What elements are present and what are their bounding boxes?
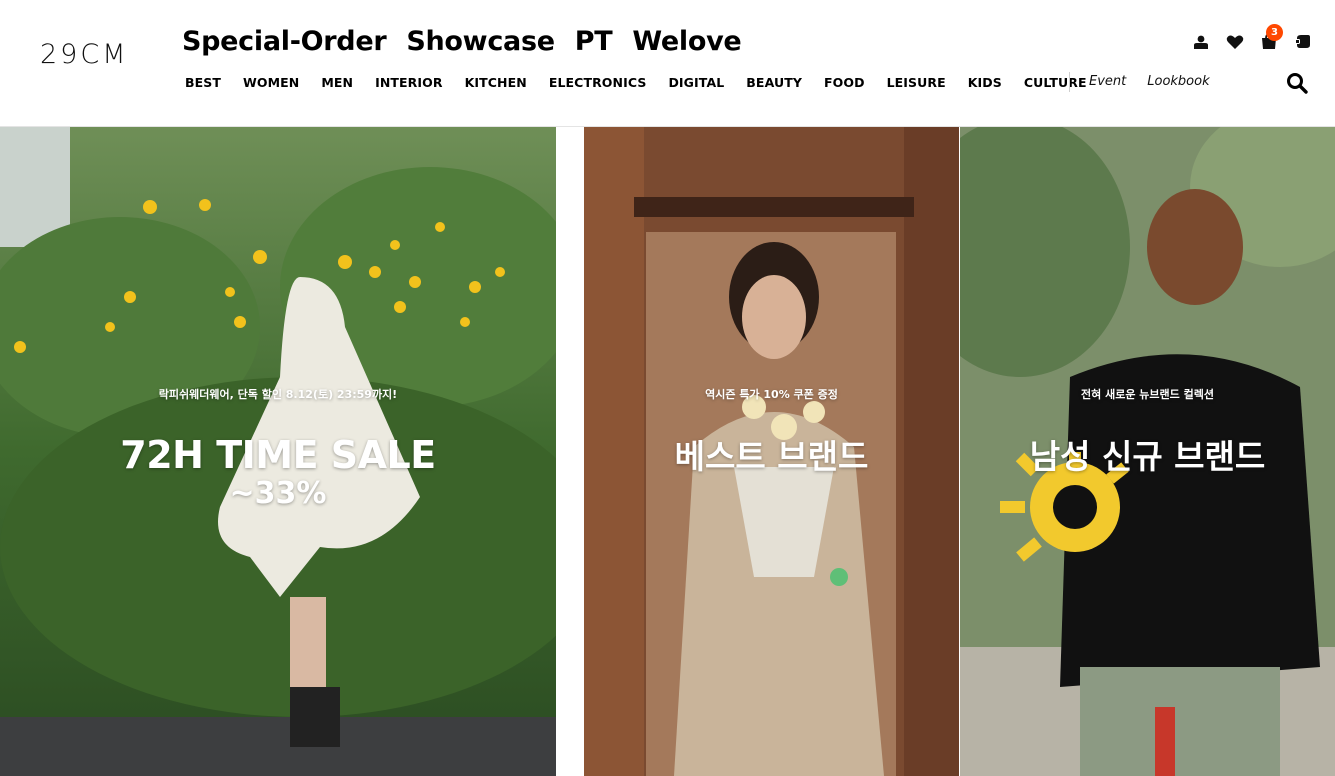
category-best[interactable]: BEST [185,74,221,92]
banner-subtitle: 전혀 새로운 뉴브랜드 컬렉션 [1081,388,1214,401]
category-leisure[interactable]: LEISURE [887,74,946,92]
banner-subtitle: 락피쉬웨더웨어, 단독 할인 8.12(토) 23:59까지! [158,388,398,401]
search-icon[interactable] [1285,71,1309,95]
nav-lookbook[interactable]: Lookbook [1147,74,1209,90]
banner-discount: ~33% [229,476,327,511]
category-kitchen[interactable]: KITCHEN [465,74,527,92]
top-nav-welove[interactable]: Welove [632,24,741,60]
banner-best-brand[interactable]: 역시즌 특가 10% 쿠폰 증정 베스트 브랜드 [584,127,959,776]
header-icons: 3 [1191,24,1313,52]
top-nav-pt[interactable]: PT [575,24,613,60]
top-nav: Special-Order Showcase PT Welove [182,24,742,60]
extra-nav: Event Lookbook [1089,74,1210,90]
nav-event[interactable]: Event [1089,74,1126,90]
category-nav: BEST WOMEN MEN INTERIOR KITCHEN ELECTRON… [185,74,1109,92]
heart-icon[interactable] [1225,32,1245,52]
category-digital[interactable]: DIGITAL [668,74,724,92]
top-nav-showcase[interactable]: Showcase [406,24,555,60]
category-culture[interactable]: CULTURE [1024,74,1087,92]
banner-title: 72H TIME SALE [120,433,436,477]
banner-title: 남성 신규 브랜드 [1029,437,1266,476]
category-women[interactable]: WOMEN [243,74,299,92]
banner-time-sale[interactable]: 락피쉬웨더웨어, 단독 할인 8.12(토) 23:59까지! 72H TIME… [0,127,556,776]
nav-divider [1069,72,1070,92]
chat-icon[interactable] [1293,32,1313,52]
cart-count-badge: 3 [1266,24,1283,41]
user-icon[interactable] [1191,32,1211,52]
category-beauty[interactable]: BEAUTY [746,74,802,92]
banner-men-new-brand[interactable]: 전혀 새로운 뉴브랜드 컬렉션 남성 신규 브랜드 [960,127,1335,776]
top-nav-special-order[interactable]: Special-Order [182,24,387,60]
category-interior[interactable]: INTERIOR [375,74,443,92]
banner-subtitle: 역시즌 특가 10% 쿠폰 증정 [705,388,838,401]
banner-title: 베스트 브랜드 [674,437,869,476]
site-header: 29CM Special-Order Showcase PT Welove BE… [0,0,1335,127]
cart-icon[interactable]: 3 [1259,24,1283,52]
logo[interactable]: 29CM [40,40,129,70]
category-men[interactable]: MEN [321,74,353,92]
category-food[interactable]: FOOD [824,74,865,92]
category-kids[interactable]: KIDS [968,74,1002,92]
category-electronics[interactable]: ELECTRONICS [549,74,647,92]
